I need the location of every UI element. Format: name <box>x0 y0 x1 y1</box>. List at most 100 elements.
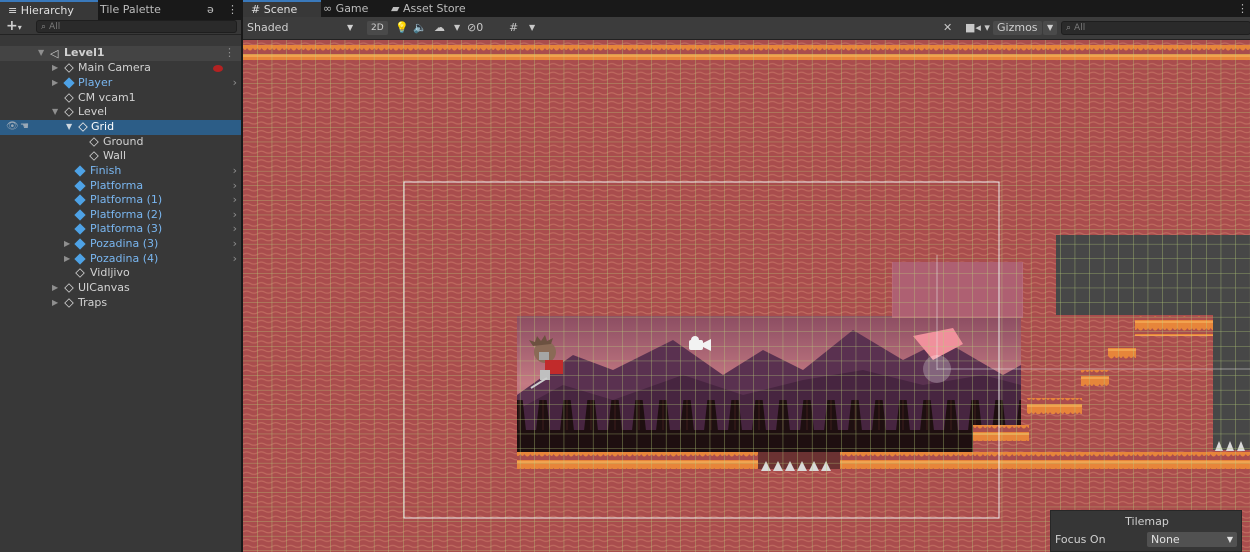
hierarchy-row-label: Ground <box>103 135 144 148</box>
hierarchy-row-platforma-3[interactable]: Platforma (3) › <box>0 222 241 237</box>
camera-target-circle[interactable] <box>923 355 951 383</box>
chevron-right-icon[interactable]: › <box>233 237 237 252</box>
visibility-eye-icon[interactable]: 👁 <box>6 120 19 135</box>
hierarchy-row-platforma-2[interactable]: Platforma (2) › <box>0 208 241 223</box>
hierarchy-row-grid[interactable]: 👁 ☚ ▼ Grid <box>0 120 241 135</box>
tab-hierarchy[interactable]: ≡ Hierarchy <box>0 0 98 20</box>
expand-arrow-icon[interactable]: ▼ <box>66 120 74 135</box>
2d-toggle-button[interactable]: 2D <box>367 21 388 35</box>
expand-arrow-icon[interactable]: ▼ <box>38 46 46 61</box>
tab-tile-palette[interactable]: Tile Palette <box>92 0 169 20</box>
hierarchy-row-cm-vcam1[interactable]: CM vcam1 <box>0 91 241 106</box>
grid-snap-icon[interactable]: # <box>509 21 518 35</box>
scene-grid-overlay <box>243 40 1250 552</box>
hierarchy-row-ground[interactable]: Ground <box>0 135 241 150</box>
gizmos-button[interactable]: Gizmos <box>993 21 1042 35</box>
bag-icon: ▰ <box>391 2 400 15</box>
gizmos-dropdown-arrow-icon[interactable]: ▼ <box>1043 21 1058 35</box>
shading-mode-dropdown[interactable]: Shaded ▼ <box>247 21 359 35</box>
kebab-menu-icon[interactable]: ⋮ <box>224 46 235 61</box>
collapse-arrow-icon[interactable]: ▶ <box>52 76 60 91</box>
collapse-arrow-icon[interactable]: ▶ <box>64 252 72 267</box>
lock-icon[interactable]: ə <box>207 0 214 20</box>
chevron-right-icon[interactable]: › <box>233 179 237 194</box>
chevron-right-icon[interactable]: › <box>233 252 237 267</box>
scene-tab-bar: # Scene ∞ Game ▰ Asset Store ⋮ <box>243 0 1250 17</box>
tab-game[interactable]: ∞ Game <box>315 0 376 17</box>
hierarchy-row-level[interactable]: ▼ Level <box>0 105 241 120</box>
search-icon: ⌕ <box>41 22 47 32</box>
hierarchy-row-player[interactable]: ▶ Player › <box>0 76 241 91</box>
hierarchy-row-label: Pozadina (4) <box>90 252 159 265</box>
shading-mode-value: Shaded <box>247 21 289 34</box>
hierarchy-row-label: Pozadina (3) <box>90 237 159 250</box>
chevron-right-icon[interactable]: › <box>233 222 237 237</box>
dropdown-arrow-icon: ▼ <box>347 23 354 32</box>
scene-panel: # Scene ∞ Game ▰ Asset Store ⋮ Shaded ▼ … <box>243 0 1250 552</box>
chevron-right-icon[interactable]: › <box>233 208 237 223</box>
tab-scene-label: Scene <box>263 3 298 16</box>
hierarchy-row-vidljivo[interactable]: Vidljivo <box>0 266 241 281</box>
hierarchy-row-label: Platforma (2) <box>90 208 163 221</box>
hierarchy-row-level1[interactable]: ▼ ◁ Level1 ⋮ <box>0 46 241 61</box>
collapse-arrow-icon[interactable]: ▶ <box>52 296 60 311</box>
hierarchy-row-label: Platforma (1) <box>90 193 163 206</box>
chevron-right-icon[interactable]: › <box>233 76 237 91</box>
hierarchy-row-label: Platforma (3) <box>90 222 163 235</box>
gameobject-icon <box>63 106 75 118</box>
collapse-arrow-icon[interactable]: ▶ <box>52 281 60 296</box>
kebab-menu-icon[interactable]: ⋮ <box>1237 0 1248 17</box>
grid-snap-dropdown-arrow-icon[interactable]: ▼ <box>529 21 535 35</box>
scene-toolbar: Shaded ▼ 2D 💡 🔈 ☁ ▼ ⊘0 # ▼ ✕ ■◂ ▾ Gizmos… <box>243 17 1250 40</box>
list-icon: ≡ <box>8 4 18 17</box>
effects-dropdown-arrow-icon[interactable]: ▼ <box>454 21 460 35</box>
hierarchy-row-main-camera[interactable]: ▶ Main Camera <box>0 61 241 76</box>
hierarchy-row-label: Traps <box>78 296 108 309</box>
focus-on-dropdown[interactable]: None ▼ <box>1147 532 1237 547</box>
expand-arrow-icon[interactable]: ▼ <box>52 105 60 120</box>
hierarchy-search-placeholder: All <box>49 22 61 32</box>
tab-scene[interactable]: # Scene <box>243 0 321 17</box>
tools-icon[interactable]: ✕ <box>943 21 952 35</box>
tab-game-label: Game <box>335 2 369 15</box>
grid-icon: # <box>251 3 261 16</box>
focus-on-label: Focus On <box>1055 533 1106 546</box>
gizmos-label: Gizmos <box>997 21 1038 34</box>
lighting-toggle-icon[interactable]: 💡 <box>395 21 409 35</box>
tilemap-overlay-title: Tilemap <box>1125 515 1169 528</box>
hierarchy-search-input[interactable]: ⌕ All <box>36 20 237 33</box>
hierarchy-row-platforma[interactable]: Platforma › <box>0 179 241 194</box>
hierarchy-panel: ≡ Hierarchy Tile Palette ə ⋮ +▾ ⌕ All ▼ ◁… <box>0 0 241 552</box>
tab-asset-store-label: Asset Store <box>402 2 466 15</box>
hierarchy-row-pozadina-3[interactable]: ▶ Pozadina (3) › <box>0 237 241 252</box>
hierarchy-row-pozadina-4[interactable]: ▶ Pozadina (4) › <box>0 252 241 267</box>
chevron-right-icon[interactable]: › <box>233 164 237 179</box>
camera-settings-icon[interactable]: ■◂ ▾ <box>965 21 990 35</box>
hierarchy-row-platforma-1[interactable]: Platforma (1) › <box>0 193 241 208</box>
kebab-menu-icon[interactable]: ⋮ <box>227 0 238 20</box>
hierarchy-row-wall[interactable]: Wall <box>0 149 241 164</box>
hierarchy-row-uicanvas[interactable]: ▶ UICanvas <box>0 281 241 296</box>
hierarchy-row-label: CM vcam1 <box>78 91 136 104</box>
effects-toggle-icon[interactable]: ☁ <box>434 21 445 35</box>
prefab-icon <box>74 223 86 235</box>
hierarchy-row-finish[interactable]: Finish › <box>0 164 241 179</box>
gamepad-icon: ∞ <box>323 2 333 15</box>
gameobject-icon <box>88 150 100 162</box>
audio-toggle-icon[interactable]: 🔈 <box>413 21 427 35</box>
pickability-hand-icon[interactable]: ☚ <box>20 120 29 135</box>
scene-viewport[interactable] <box>243 40 1250 552</box>
tilemap-overlay-panel: Tilemap Focus On None ▼ <box>1050 510 1242 552</box>
scene-visibility-icon[interactable]: ⊘0 <box>467 21 483 35</box>
tab-asset-store[interactable]: ▰ Asset Store <box>383 0 474 17</box>
scene-canvas[interactable] <box>243 40 1250 552</box>
hierarchy-row-traps[interactable]: ▶ Traps <box>0 296 241 311</box>
2d-toggle-label: 2D <box>371 23 384 33</box>
collapse-arrow-icon[interactable]: ▶ <box>64 237 72 252</box>
collapse-arrow-icon[interactable]: ▶ <box>52 61 60 76</box>
scene-search-input[interactable]: ⌕ All <box>1061 21 1250 35</box>
hierarchy-row-label: Vidljivo <box>90 266 130 279</box>
create-add-button[interactable]: +▾ <box>6 18 22 34</box>
chevron-right-icon[interactable]: › <box>233 193 237 208</box>
hierarchy-row-label: UICanvas <box>78 281 130 294</box>
